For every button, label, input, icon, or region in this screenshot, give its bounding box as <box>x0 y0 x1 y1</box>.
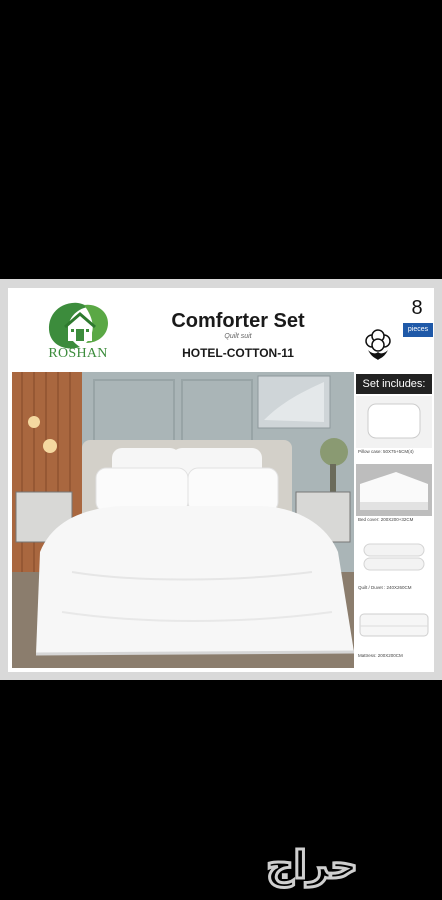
house-leaf-logo <box>48 302 108 349</box>
watermark-text: حراج <box>266 843 357 887</box>
piece-count: 8 <box>411 297 423 319</box>
bed-cover-image <box>356 464 432 516</box>
bedroom-photo <box>12 372 354 668</box>
product-title: Comforter Set <box>171 310 305 332</box>
pillow-case-image <box>356 396 432 448</box>
quilt-duvet-caption: Quilt / Duvet : 240X260CM <box>358 585 412 590</box>
included-item-mattress: Mattress: 200X200CM <box>356 600 432 666</box>
mattress-image <box>356 600 432 652</box>
model-code: HOTEL-COTTON-11 <box>182 346 294 360</box>
included-item-pillow-case: Pillow case: 50X75+5CM(4) <box>356 396 432 462</box>
mattress-caption: Mattress: 200X200CM <box>358 653 403 658</box>
cotton-flower-icon <box>365 329 391 360</box>
brand-name: ROSHAN <box>48 346 108 361</box>
set-includes-header: Set includes: <box>356 374 432 394</box>
included-item-quilt-duvet: Quilt / Duvet : 240X260CM <box>356 532 432 598</box>
pieces-badge: pieces <box>403 323 433 337</box>
quilt-duvet-image <box>356 532 432 584</box>
pillow-case-caption: Pillow case: 50X75+5CM(4) <box>358 449 414 454</box>
included-item-bed-cover: Bed cover: 200X200+32CM <box>356 464 432 530</box>
product-card: ROSHAN Comforter Set Quilt suit HOTEL-CO… <box>0 279 442 680</box>
product-sheet: ROSHAN Comforter Set Quilt suit HOTEL-CO… <box>8 288 434 672</box>
product-subtitle: Quilt suit <box>224 333 252 340</box>
haraj-watermark: حراج <box>265 842 359 889</box>
bed-cover-caption: Bed cover: 200X200+32CM <box>358 517 414 522</box>
